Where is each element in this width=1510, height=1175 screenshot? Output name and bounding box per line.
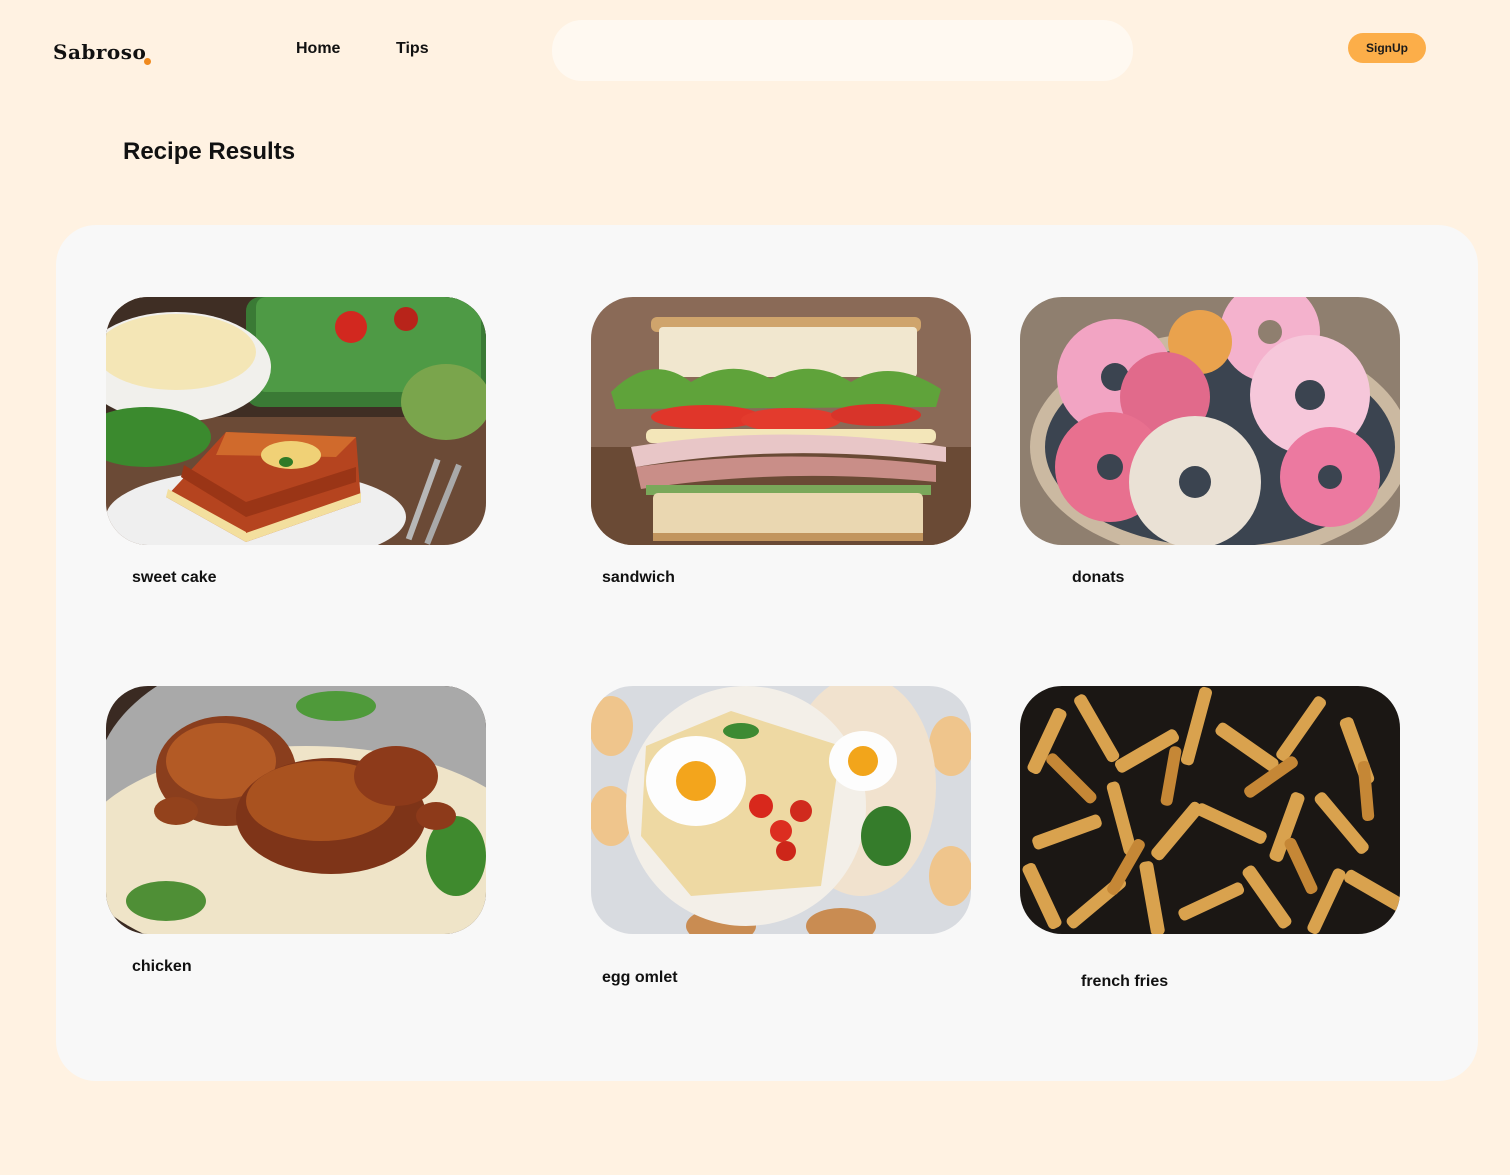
page-title: Recipe Results: [123, 138, 296, 165]
recipe-results-panel: sweet cake sandwich donats chicken egg o…: [56, 225, 1478, 1081]
recipe-image-french-fries[interactable]: [1020, 686, 1400, 934]
nav-tips-link[interactable]: Tips: [396, 40, 429, 58]
logo-dot-icon: [144, 58, 151, 65]
nav-home-link[interactable]: Home: [296, 40, 340, 58]
recipe-image-donuts[interactable]: [1020, 297, 1400, 545]
recipe-image-egg-omelet[interactable]: [591, 686, 971, 934]
recipe-name[interactable]: chicken: [132, 958, 192, 976]
recipe-name[interactable]: egg omlet: [602, 969, 678, 987]
recipe-name[interactable]: sandwich: [602, 569, 675, 587]
recipe-image-chicken[interactable]: [106, 686, 486, 934]
recipe-image-sandwich[interactable]: [591, 297, 971, 545]
recipe-image-lasagna[interactable]: [106, 297, 486, 545]
recipe-name[interactable]: french fries: [1081, 973, 1168, 991]
search-input[interactable]: [552, 20, 1133, 81]
recipe-name[interactable]: donats: [1072, 569, 1124, 587]
recipe-name[interactable]: sweet cake: [132, 569, 217, 587]
signup-button[interactable]: SignUp: [1348, 33, 1426, 63]
logo[interactable]: Sabroso: [53, 40, 146, 64]
